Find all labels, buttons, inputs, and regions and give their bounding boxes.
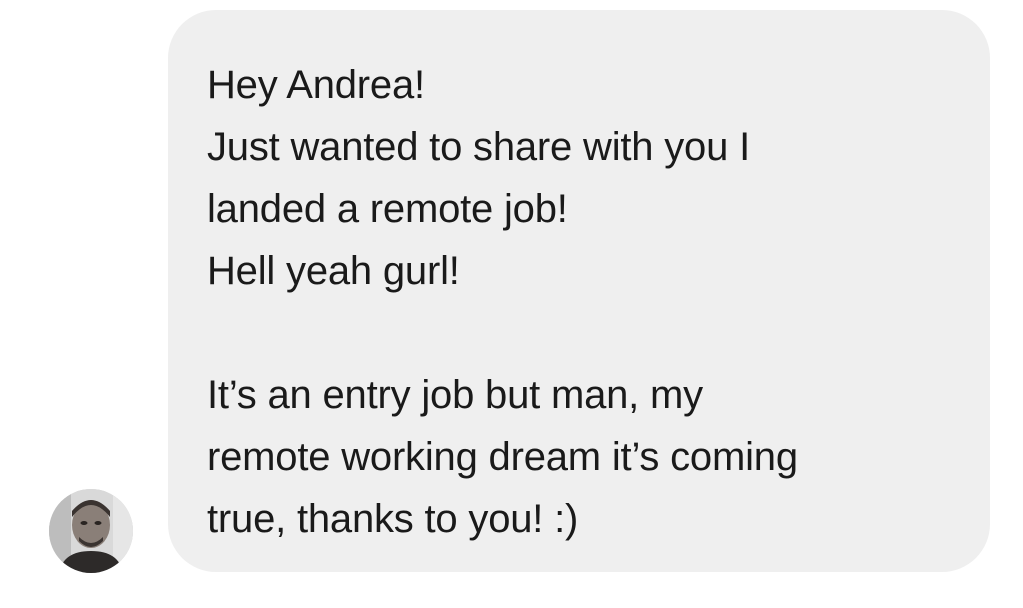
message-line: Hell yeah gurl!	[207, 249, 460, 293]
message-line: Just wanted to share with you I	[207, 125, 750, 169]
conversation-view: Hey Andrea! Just wanted to share with yo…	[0, 0, 1023, 608]
paragraph-break	[207, 302, 960, 364]
message-line: landed a remote job!	[207, 187, 568, 231]
message-line: true, thanks to you! :)	[207, 497, 579, 541]
message-line: remote working dream it’s coming	[207, 435, 798, 479]
user-photo-icon	[49, 489, 133, 573]
sender-avatar[interactable]	[49, 489, 133, 573]
message-line: It’s an entry job but man, my	[207, 373, 703, 417]
message-bubble[interactable]: Hey Andrea! Just wanted to share with yo…	[168, 10, 990, 572]
message-line: Hey Andrea!	[207, 63, 425, 107]
